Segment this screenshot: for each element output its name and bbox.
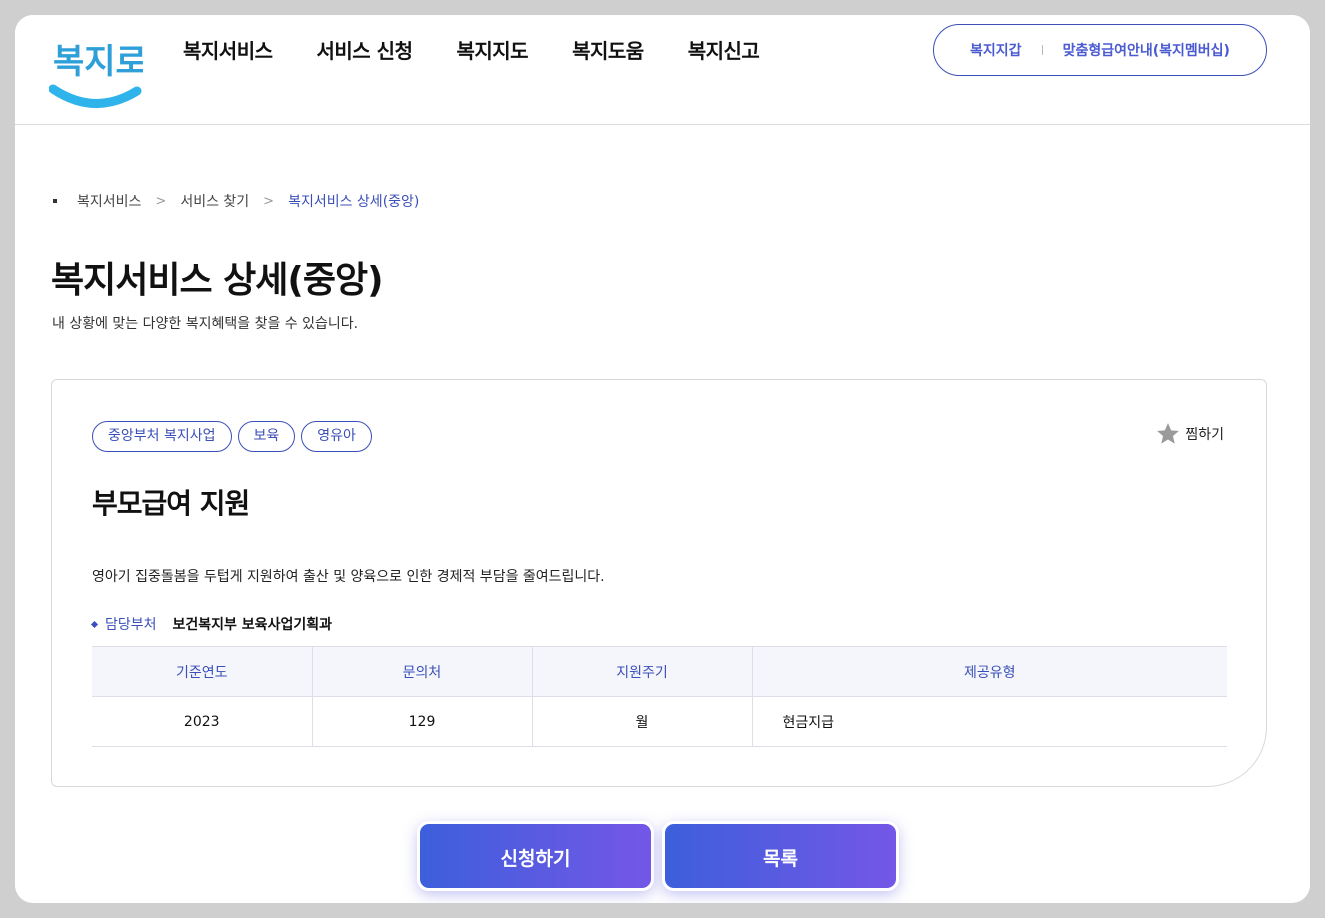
- main-nav: 복지서비스 서비스 신청 복지지도 복지도움 복지신고: [183, 37, 803, 65]
- service-tags: 중앙부처 복지사업 보육 영유아: [92, 421, 372, 452]
- diamond-bullet-icon: [90, 620, 99, 628]
- list-button[interactable]: 목록: [662, 821, 899, 891]
- tag-ministry[interactable]: 중앙부처 복지사업: [92, 421, 232, 452]
- breadcrumb-item[interactable]: 복지서비스: [77, 191, 141, 211]
- site-header: 복지로 복지서비스 서비스 신청 복지지도 복지도움 복지신고 복지지갑 맞춤형…: [15, 15, 1310, 125]
- apply-button[interactable]: 신청하기: [417, 821, 654, 891]
- tag-infant[interactable]: 영유아: [301, 421, 372, 452]
- logo-text: 복지로: [53, 42, 143, 82]
- page-description: 내 상황에 맞는 다양한 복지혜택을 찾을 수 있습니다.: [52, 316, 359, 332]
- star-icon: [1157, 423, 1180, 444]
- header-support-cycle: 지원주기: [531, 646, 752, 697]
- service-info-table: 기준연도 문의처 지원주기 제공유형 2023 129 월 현금지급: [92, 646, 1227, 747]
- page-frame: 복지로 복지서비스 서비스 신청 복지지도 복지도움 복지신고 복지지갑 맞춤형…: [15, 15, 1310, 903]
- department-value: 보건복지부 보육사업기획과: [172, 617, 332, 633]
- breadcrumb-item[interactable]: 서비스 찾기: [180, 191, 249, 211]
- nav-service-apply[interactable]: 서비스 신청: [317, 37, 413, 65]
- header-provision-type: 제공유형: [751, 646, 1227, 697]
- nav-welfare-services[interactable]: 복지서비스: [183, 37, 273, 65]
- breadcrumb-bullet-icon: [53, 199, 57, 203]
- nav-welfare-help[interactable]: 복지도움: [572, 37, 644, 65]
- wallet-link[interactable]: 복지지갑: [970, 40, 1022, 60]
- favorite-label: 찜하기: [1185, 427, 1224, 443]
- util-links: 복지지갑 맞춤형급여안내(복지멤버십): [933, 24, 1267, 76]
- cell-provision-type: 현금지급: [751, 696, 1227, 747]
- logo[interactable]: 복지로: [48, 21, 147, 113]
- cell-support-cycle: 월: [531, 696, 752, 747]
- table-header-row: 기준연도 문의처 지원주기 제공유형: [92, 646, 1227, 697]
- chevron-right-icon: >: [263, 193, 275, 209]
- header-base-year: 기준연도: [92, 646, 312, 697]
- logo-icon: 복지로: [48, 42, 147, 108]
- department-label: 담당부처: [105, 617, 157, 633]
- service-title: 부모급여 지원: [92, 487, 250, 520]
- nav-welfare-report[interactable]: 복지신고: [688, 37, 760, 65]
- page-title: 복지서비스 상세(중앙): [51, 260, 384, 301]
- header-contact: 문의처: [311, 646, 532, 697]
- nav-welfare-map[interactable]: 복지지도: [456, 37, 528, 65]
- breadcrumb: 복지서비스 > 서비스 찾기 > 복지서비스 상세(중앙): [53, 191, 419, 211]
- chevron-right-icon: >: [155, 193, 167, 209]
- tag-childcare[interactable]: 보육: [237, 421, 296, 452]
- favorite-button[interactable]: 찜하기: [1155, 421, 1224, 447]
- table-row: 2023 129 월 현금지급: [92, 696, 1227, 747]
- membership-link[interactable]: 맞춤형급여안내(복지멤버십): [1063, 40, 1230, 60]
- service-card: 중앙부처 복지사업 보육 영유아 찜하기 부모급여 지원 영아기 집중돌봄을 두…: [51, 379, 1267, 787]
- breadcrumb-current: 복지서비스 상세(중앙): [288, 194, 420, 210]
- cell-base-year: 2023: [92, 696, 312, 747]
- service-description: 영아기 집중돌봄을 두텁게 지원하여 출산 및 양육으로 인한 경제적 부담을 …: [92, 569, 605, 585]
- util-divider: [1041, 45, 1043, 55]
- department-row: 담당부처 보건복지부 보육사업기획과: [90, 614, 332, 634]
- cell-contact: 129: [311, 696, 532, 747]
